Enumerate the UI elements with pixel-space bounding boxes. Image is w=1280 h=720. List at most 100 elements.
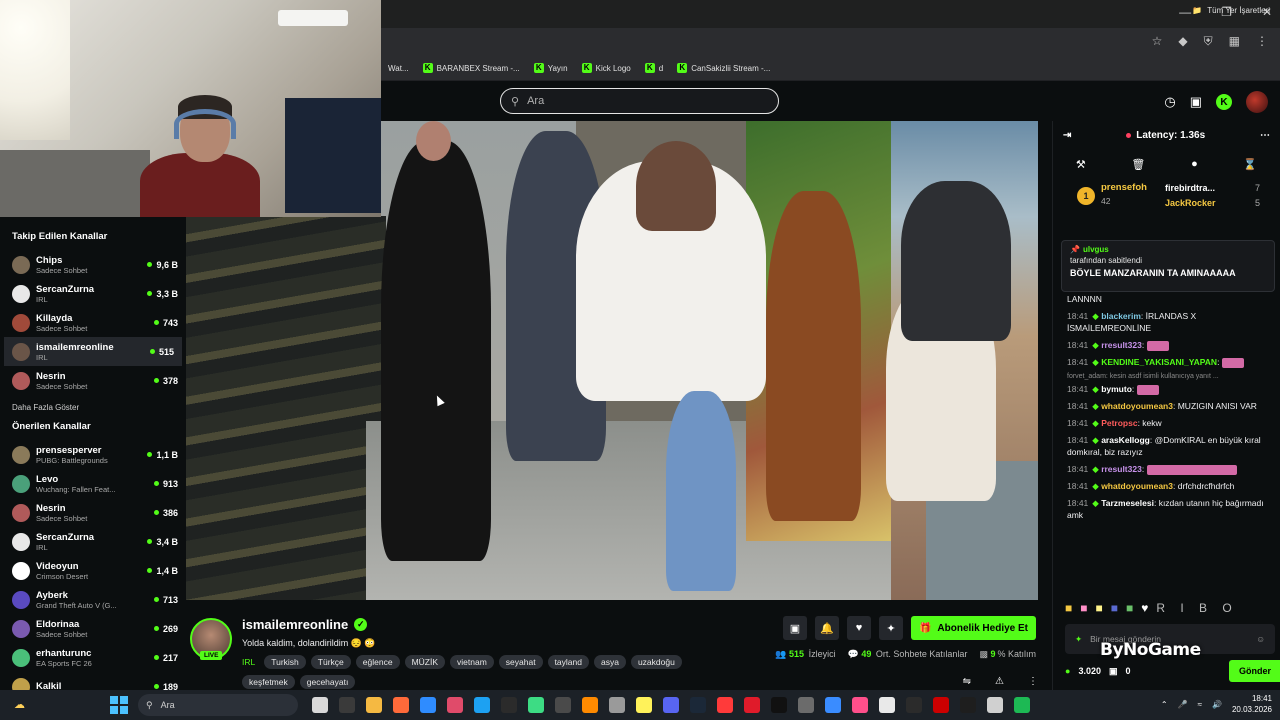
show-more-link[interactable]: Daha Fazla Göster	[0, 395, 186, 415]
taskbar-app-icon[interactable]	[825, 697, 841, 713]
bookmark-item[interactable]: K BARANBEX Stream -...	[422, 63, 520, 73]
bookmark-item[interactable]: K CanSakizlii Stream -...	[677, 63, 770, 73]
send-button[interactable]: Gönder	[1228, 660, 1280, 682]
stream-tag[interactable]: Türkçe	[310, 655, 351, 669]
stream-tag[interactable]: Turkish	[264, 655, 306, 669]
stream-tag[interactable]: vietnam	[450, 655, 494, 669]
taskbar-app-icon[interactable]	[690, 697, 706, 713]
taskbar-search[interactable]: ⚲ Ara	[138, 694, 298, 716]
taskbar-app-icon[interactable]	[906, 697, 922, 713]
gift-sub-button[interactable]: 🎁 Abonelik Hediye Et	[910, 616, 1036, 640]
shield-icon[interactable]: ⛨	[1204, 34, 1213, 49]
minimize-icon[interactable]: —	[1179, 5, 1191, 19]
taskbar-app-icon[interactable]	[879, 697, 895, 713]
channel-name[interactable]: ismailemreonline	[242, 617, 348, 632]
search-input[interactable]: ⚲ Ara	[500, 88, 779, 114]
volume-icon[interactable]: 🔊	[1212, 700, 1222, 709]
taskbar-app-icon[interactable]	[555, 697, 571, 713]
taskbar-app-icon[interactable]	[717, 697, 733, 713]
sidebar-channel[interactable]: Videoyun Crimson Desert 1,4 B	[0, 556, 186, 585]
extension-icon[interactable]: ◆	[1178, 34, 1187, 49]
message-username[interactable]: rresult323	[1101, 464, 1142, 474]
emote-icon[interactable]: ■	[1096, 601, 1103, 615]
taskbar-app-icon[interactable]	[528, 697, 544, 713]
message-username[interactable]: Tarzmeselesi	[1101, 498, 1154, 508]
taskbar-app-icon[interactable]	[933, 697, 949, 713]
taskbar-app-icon[interactable]	[744, 697, 760, 713]
taskbar-app-icon[interactable]	[420, 697, 436, 713]
taskbar-app-icon[interactable]	[852, 697, 868, 713]
taskbar-app-icon[interactable]	[393, 697, 409, 713]
notification-button[interactable]: 🔔	[814, 616, 839, 640]
mic-icon[interactable]: 🎤	[1178, 700, 1188, 709]
leader-third-name[interactable]: JackRocker	[1165, 198, 1216, 208]
more-icon[interactable]: ⋮	[1028, 676, 1038, 687]
message-username[interactable]: KENDINE_YAKISANI_YAPAN	[1101, 357, 1217, 367]
bookmark-item[interactable]: K Kick Logo	[581, 63, 631, 73]
emote-icon[interactable]: ■	[1065, 601, 1072, 615]
stream-tag[interactable]: tayland	[547, 655, 589, 669]
taskbar-app-icon[interactable]	[366, 697, 382, 713]
bookmark-item[interactable]: Kd	[644, 63, 663, 73]
menu-icon[interactable]: ⋮	[1256, 34, 1268, 49]
start-button[interactable]	[110, 696, 128, 714]
message-username[interactable]: arasKellogg	[1101, 435, 1150, 445]
message-username[interactable]: whatdoyoumean3	[1101, 481, 1173, 491]
sidebar-channel[interactable]: Eldorinaa Sadece Sohbet 269	[0, 614, 186, 643]
chat-bubble-icon[interactable]: ●	[1191, 158, 1198, 170]
pinned-message[interactable]: 📌 ulvgus tarafından sabitlendi BÖYLE MAN…	[1061, 240, 1275, 292]
sidebar-channel[interactable]: SercanZurna IRL 3,3 B	[0, 279, 186, 308]
emote-icon[interactable]: ■	[1080, 601, 1087, 615]
sidebar-channel[interactable]: prensesperver PUBG: Battlegrounds 1,1 B	[0, 440, 186, 469]
chat-options-icon[interactable]: ⋯	[1260, 130, 1270, 141]
stream-tag[interactable]: keşfetmek	[242, 675, 295, 689]
message-username[interactable]: rresult323	[1101, 340, 1142, 350]
follow-heart-button[interactable]: ♥	[846, 616, 871, 640]
history-icon[interactable]: ◷	[1164, 94, 1175, 110]
taskbar-app-icon[interactable]	[960, 697, 976, 713]
sidebar-channel[interactable]: Chips Sadece Sohbet 9,6 B	[0, 250, 186, 279]
report-icon[interactable]: ⚠	[995, 676, 1004, 687]
sidebar-channel[interactable]: ismailemreonline IRL 515	[4, 337, 182, 366]
stream-tag[interactable]: uzakdoğu	[630, 655, 682, 669]
message-username[interactable]: Petropsc	[1101, 418, 1137, 428]
sidebar-channel[interactable]: Nesrin Sadece Sohbet 386	[0, 498, 186, 527]
taskbar-app-icon[interactable]	[339, 697, 355, 713]
sidebar-channel[interactable]: SercanZurna IRL 3,4 B	[0, 527, 186, 556]
hourglass-icon[interactable]: ⌛	[1243, 158, 1257, 171]
leader-first-name[interactable]: prensefoh	[1101, 182, 1147, 193]
taskbar-app-icon[interactable]	[501, 697, 517, 713]
emote-icon[interactable]: ■	[1111, 601, 1118, 615]
clock[interactable]: 18:41 20.03.2026	[1232, 693, 1272, 715]
star-icon[interactable]: ☆	[1152, 34, 1163, 49]
leader-second-name[interactable]: firebirdtra...	[1165, 183, 1215, 193]
taskbar-app-icon[interactable]	[663, 697, 679, 713]
weather-icon[interactable]: ☁	[14, 698, 25, 711]
bookmark-item[interactable]: Wat...	[384, 64, 409, 73]
wifi-icon[interactable]: ≈	[1198, 700, 1202, 709]
taskbar-app-icon[interactable]	[771, 697, 787, 713]
kick-icon[interactable]: K	[1216, 94, 1232, 110]
stream-tag[interactable]: seyahat	[498, 655, 543, 669]
sidebar-channel[interactable]: Ayberk Grand Theft Auto V (G... 713	[0, 585, 186, 614]
message-username[interactable]: blackerim	[1101, 311, 1141, 321]
rewards-icon[interactable]: ▣	[1190, 94, 1202, 110]
stream-tag[interactable]: eğlence	[355, 655, 400, 669]
taskbar-app-icon[interactable]	[1014, 697, 1030, 713]
taskbar-app-icon[interactable]	[609, 697, 625, 713]
sidebar-channel[interactable]: Kalkil 189	[0, 672, 186, 690]
sidebar-channel[interactable]: Nesrin Sadece Sohbet 378	[0, 366, 186, 395]
taskbar-app-icon[interactable]	[798, 697, 814, 713]
user-avatar[interactable]	[1246, 91, 1268, 113]
taskbar-app-icon[interactable]	[987, 697, 1003, 713]
category-link[interactable]: IRL	[242, 657, 255, 667]
clip-button[interactable]: ▣	[782, 616, 807, 640]
message-username[interactable]: bymuto	[1101, 384, 1132, 394]
hammer-icon[interactable]: ⚒	[1076, 158, 1086, 171]
emoji-icon[interactable]: ☺	[1256, 634, 1265, 644]
trash-icon[interactable]: 🗑	[1131, 158, 1145, 171]
points-value[interactable]: 3.020	[1078, 666, 1101, 676]
taskbar-app-icon[interactable]	[474, 697, 490, 713]
chevron-up-icon[interactable]: ⌃	[1161, 700, 1168, 709]
share-icon[interactable]: ⇋	[963, 676, 971, 687]
